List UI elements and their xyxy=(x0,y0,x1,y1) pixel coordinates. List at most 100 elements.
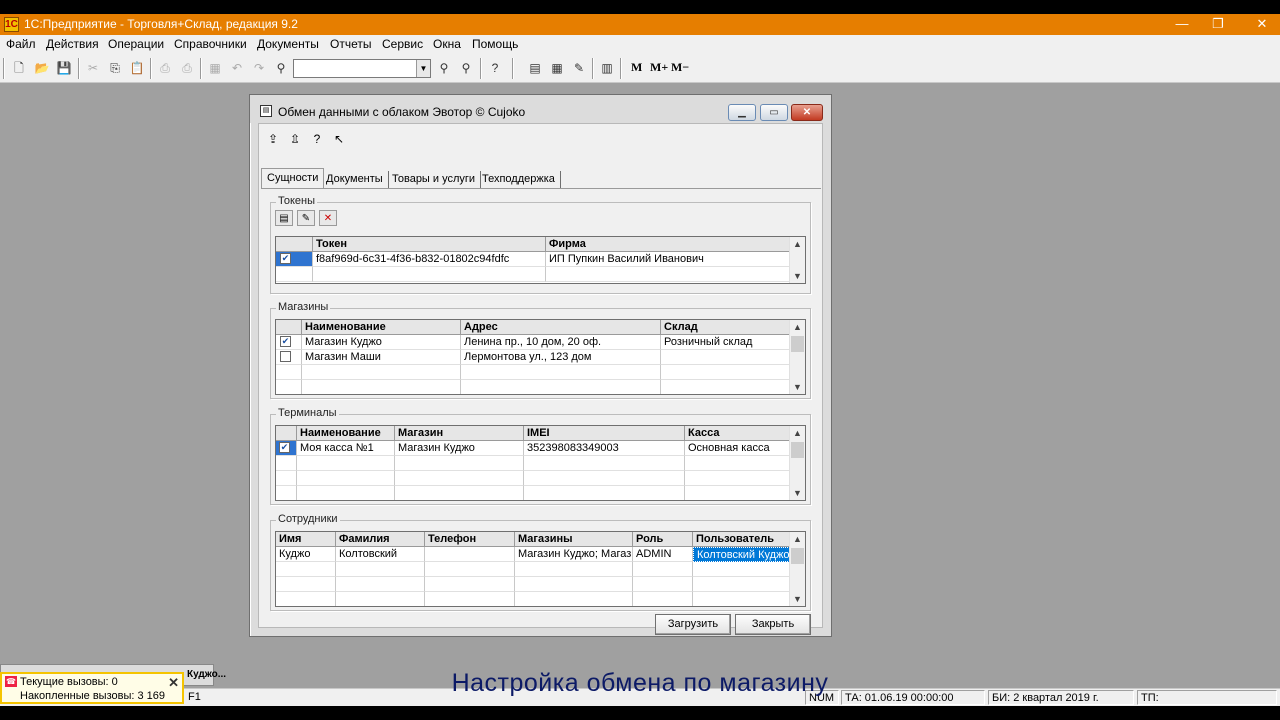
edit-token-icon[interactable]: ✎ xyxy=(297,210,315,226)
find-next-icon[interactable]: ⚲ xyxy=(435,59,453,77)
checkbox-checked-icon[interactable]: ✔ xyxy=(280,253,291,264)
scroll-up-icon[interactable]: ▲ xyxy=(790,532,805,546)
copy-icon[interactable]: ⎘ xyxy=(106,59,124,77)
scroll-thumb[interactable] xyxy=(791,442,804,458)
store-name-cell[interactable]: Магазин Маши xyxy=(302,350,461,365)
sync-up-icon[interactable]: ⇪ xyxy=(264,131,282,147)
terminal-cashbox-cell[interactable]: Основная касса xyxy=(685,441,790,456)
token-cell[interactable]: f8af969d-6c31-4f36-b832-01802c94fdfc xyxy=(313,252,546,267)
delete-token-icon[interactable]: ✕ xyxy=(319,210,337,226)
employee-user-cell[interactable]: Колтовский Куджо xyxy=(693,547,790,562)
column-header-store-name[interactable]: Наименование xyxy=(302,320,461,335)
tab-documents[interactable]: Документы xyxy=(321,171,389,188)
context-help-icon[interactable]: ↖ xyxy=(330,131,348,147)
redo-icon[interactable]: ↷ xyxy=(250,59,268,77)
stores-scrollbar[interactable]: ▲ ▼ xyxy=(789,320,805,394)
terminals-table[interactable]: Наименование Магазин IMEI Касса ✔ Моя ка… xyxy=(275,425,806,501)
scroll-down-icon[interactable]: ▼ xyxy=(790,592,805,606)
terminal-name-cell[interactable]: Моя касса №1 xyxy=(297,441,395,456)
terminals-scrollbar[interactable]: ▲ ▼ xyxy=(789,426,805,500)
print-preview-icon[interactable]: ⎙ xyxy=(178,59,196,77)
find-prev-icon[interactable]: ⚲ xyxy=(457,59,475,77)
cut-icon[interactable]: ✂ xyxy=(84,59,102,77)
sync-down-icon[interactable]: ⇫ xyxy=(286,131,304,147)
save-icon[interactable]: 💾 xyxy=(55,59,73,77)
scroll-down-icon[interactable]: ▼ xyxy=(790,269,805,283)
scroll-thumb[interactable] xyxy=(791,548,804,564)
column-header-user[interactable]: Пользователь xyxy=(693,532,790,547)
tab-support[interactable]: Техподдержка xyxy=(477,171,561,188)
row-checkbox-cell[interactable]: ✔ xyxy=(276,441,297,456)
memory-button[interactable]: M xyxy=(631,60,642,75)
restore-button[interactable]: ❐ xyxy=(1200,14,1236,35)
chevron-down-icon[interactable]: ▼ xyxy=(416,60,430,77)
load-button[interactable]: Загрузить xyxy=(655,614,731,635)
store-warehouse-cell[interactable]: Розничный склад xyxy=(661,335,790,350)
tokens-table[interactable]: Токен Фирма ✔ f8af969d-6c31-4f36-b832-01… xyxy=(275,236,806,284)
minimize-button[interactable]: — xyxy=(1164,14,1200,35)
memory-subtract-button[interactable]: M− xyxy=(671,60,689,75)
employee-stores-cell[interactable]: Магазин Куджо; Магазин Маши xyxy=(515,547,633,562)
stores-table[interactable]: Наименование Адрес Склад ✔ Магазин Куджо… xyxy=(275,319,806,395)
dialog-close-button[interactable]: ✕ xyxy=(791,104,823,121)
column-header-phone[interactable]: Телефон xyxy=(425,532,515,547)
scroll-up-icon[interactable]: ▲ xyxy=(790,320,805,334)
add-token-icon[interactable]: ▤ xyxy=(275,210,293,226)
row-checkbox-cell[interactable] xyxy=(276,350,302,365)
column-header-role[interactable]: Роль xyxy=(633,532,693,547)
column-header-store[interactable]: Магазин xyxy=(395,426,524,441)
help-question-icon[interactable]: ? xyxy=(486,59,504,77)
column-header-cashbox[interactable]: Касса xyxy=(685,426,790,441)
scroll-up-icon[interactable]: ▲ xyxy=(790,237,805,251)
terminal-imei-cell[interactable]: 352398083349003 xyxy=(524,441,685,456)
column-header-token[interactable]: Токен xyxy=(313,237,546,252)
employee-phone-cell[interactable] xyxy=(425,547,515,562)
memory-add-button[interactable]: M+ xyxy=(650,60,668,75)
chart-icon[interactable]: ✎ xyxy=(570,59,588,77)
terminal-store-cell[interactable]: Магазин Куджо xyxy=(395,441,524,456)
menu-references[interactable]: Справочники xyxy=(174,37,247,51)
undo-icon[interactable]: ↶ xyxy=(228,59,246,77)
close-button[interactable]: Закрыть xyxy=(735,614,811,635)
column-header-warehouse[interactable]: Склад xyxy=(661,320,790,335)
tab-entities[interactable]: Сущности xyxy=(261,168,325,188)
menu-help[interactable]: Помощь xyxy=(472,37,518,51)
paste-icon[interactable]: 📋 xyxy=(128,59,146,77)
menu-actions[interactable]: Действия xyxy=(46,37,99,51)
firm-cell[interactable]: ИП Пупкин Василий Иванович xyxy=(546,252,790,267)
table-icon[interactable]: ▦ xyxy=(206,59,224,77)
employee-last-name-cell[interactable]: Колтовский xyxy=(336,547,425,562)
new-document-icon[interactable]: 🗋 xyxy=(10,59,28,77)
column-header-address[interactable]: Адрес xyxy=(461,320,661,335)
help-icon[interactable]: ? xyxy=(308,131,326,147)
store-warehouse-cell[interactable] xyxy=(661,350,790,365)
book-icon[interactable]: ▥ xyxy=(598,59,616,77)
employee-role-cell[interactable]: ADMIN xyxy=(633,547,693,562)
checkbox-checked-icon[interactable]: ✔ xyxy=(279,442,290,453)
checkbox-checked-icon[interactable]: ✔ xyxy=(280,336,291,347)
calculator-icon[interactable]: ▤ xyxy=(526,59,544,77)
store-name-cell[interactable]: Магазин Куджо xyxy=(302,335,461,350)
checkbox-unchecked-icon[interactable] xyxy=(280,351,291,362)
store-address-cell[interactable]: Лермонтова ул., 123 дом xyxy=(461,350,661,365)
column-header-first-name[interactable]: Имя xyxy=(276,532,336,547)
find-binoculars-icon[interactable]: ⚲ xyxy=(272,59,290,77)
employee-first-name-cell[interactable]: Куджо xyxy=(276,547,336,562)
open-folder-icon[interactable]: 📂 xyxy=(33,59,51,77)
row-checkbox-cell[interactable]: ✔ xyxy=(276,252,313,267)
employees-scrollbar[interactable]: ▲ ▼ xyxy=(789,532,805,606)
scroll-up-icon[interactable]: ▲ xyxy=(790,426,805,440)
search-combo[interactable]: ▼ xyxy=(293,59,431,78)
menu-file[interactable]: Файл xyxy=(6,37,36,51)
store-address-cell[interactable]: Ленина пр., 10 дом, 20 оф. xyxy=(461,335,661,350)
close-app-button[interactable]: ✕ xyxy=(1244,14,1280,35)
column-header-last-name[interactable]: Фамилия xyxy=(336,532,425,547)
menu-service[interactable]: Сервис xyxy=(382,37,423,51)
menu-windows[interactable]: Окна xyxy=(433,37,461,51)
menu-reports[interactable]: Отчеты xyxy=(330,37,371,51)
scroll-down-icon[interactable]: ▼ xyxy=(790,486,805,500)
column-header-stores[interactable]: Магазины xyxy=(515,532,633,547)
row-checkbox-cell[interactable]: ✔ xyxy=(276,335,302,350)
tab-goods-services[interactable]: Товары и услуги xyxy=(387,171,482,188)
tokens-scrollbar[interactable]: ▲ ▼ xyxy=(789,237,805,283)
